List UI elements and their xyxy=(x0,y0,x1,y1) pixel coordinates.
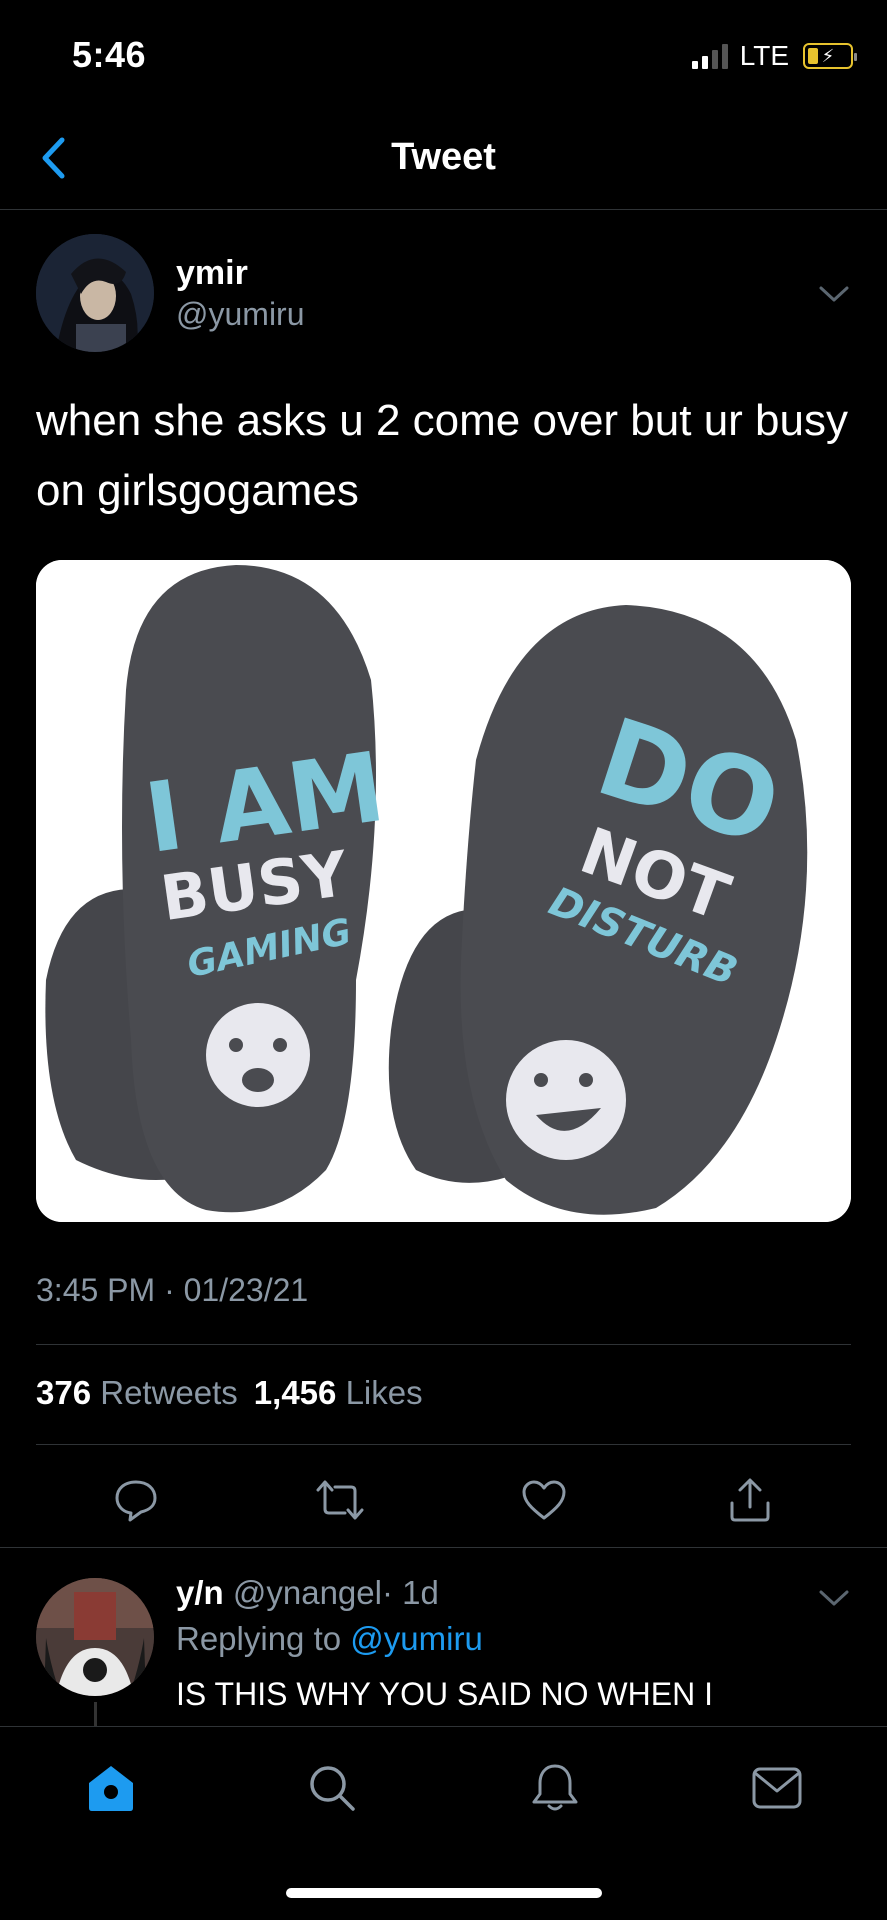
tab-search[interactable] xyxy=(297,1753,367,1823)
thread-line xyxy=(94,1702,97,1726)
messages-icon xyxy=(752,1767,802,1809)
retweet-icon xyxy=(316,1480,364,1520)
battery-icon: ⚡ xyxy=(803,43,857,69)
reply-text: IS THIS WHY YOU SAID NO WHEN I xyxy=(176,1676,713,1712)
replying-prefix: Replying to xyxy=(176,1620,342,1657)
likes-count: 1,456 xyxy=(253,1374,337,1411)
retweets-count: 376 xyxy=(36,1374,92,1411)
reply-avatar[interactable] xyxy=(36,1578,154,1696)
tweet-author: ymir @yumiru xyxy=(36,234,851,354)
author-name[interactable]: ymir xyxy=(176,254,248,293)
author-handle[interactable]: @yumiru xyxy=(176,296,305,333)
retweet-button[interactable] xyxy=(310,1470,370,1530)
avatar[interactable] xyxy=(36,234,154,352)
share-icon xyxy=(730,1478,770,1522)
reply-header: y/n @ynangel· 1d xyxy=(176,1574,439,1612)
reply-button[interactable] xyxy=(106,1470,166,1530)
home-icon xyxy=(89,1766,133,1811)
reply-time: · 1d xyxy=(381,1574,439,1611)
status-time: 5:46 xyxy=(72,34,147,75)
like-icon xyxy=(522,1480,566,1520)
replying-mention[interactable]: @yumiru xyxy=(350,1620,483,1657)
tweet-image[interactable]: I AM BUSY GAMING DO NOT DISTURB xyxy=(36,560,851,1222)
avatar-image xyxy=(36,234,154,352)
divider xyxy=(36,1444,851,1445)
retweets-stat[interactable]: 376 Retweets xyxy=(36,1374,240,1412)
search-icon xyxy=(310,1766,355,1811)
replying-to: Replying to @yumiru xyxy=(176,1620,483,1658)
reply-author-handle[interactable]: @ynangel xyxy=(233,1574,382,1611)
status-indicators: LTE ⚡ xyxy=(691,40,857,72)
reply-avatar-image xyxy=(36,1578,154,1696)
signal-icon xyxy=(691,43,728,69)
tweet-stats: 376 Retweets 1,456 Likes xyxy=(36,1374,425,1412)
notifications-icon xyxy=(532,1764,578,1811)
home-indicator[interactable] xyxy=(286,1888,602,1898)
likes-stat[interactable]: 1,456 Likes xyxy=(254,1374,425,1412)
page-title: Tweet xyxy=(391,136,496,178)
chevron-down-icon[interactable] xyxy=(817,1586,851,1610)
nav-header: Tweet xyxy=(0,110,887,210)
tweet-text: when she asks u 2 come over but ur busy … xyxy=(36,396,848,515)
reply-icon xyxy=(115,1480,157,1522)
divider xyxy=(36,1344,851,1345)
network-label: LTE xyxy=(739,40,789,71)
tab-messages[interactable] xyxy=(742,1753,812,1823)
socks-image: I AM BUSY GAMING DO NOT DISTURB xyxy=(36,560,851,1222)
tweet-actions xyxy=(36,1470,851,1530)
tweet-timestamp: 3:45 PM · 01/23/21 xyxy=(36,1272,309,1308)
section-divider xyxy=(0,1547,887,1548)
chevron-down-icon[interactable] xyxy=(817,282,851,306)
likes-label: Likes xyxy=(345,1374,423,1411)
tab-home[interactable] xyxy=(76,1753,146,1823)
retweets-label: Retweets xyxy=(100,1374,238,1411)
tab-notifications[interactable] xyxy=(520,1753,590,1823)
like-button[interactable] xyxy=(514,1470,574,1530)
share-button[interactable] xyxy=(720,1470,780,1530)
status-bar: 5:46 LTE ⚡ xyxy=(0,0,887,110)
reply-author-name[interactable]: y/n xyxy=(176,1574,224,1611)
